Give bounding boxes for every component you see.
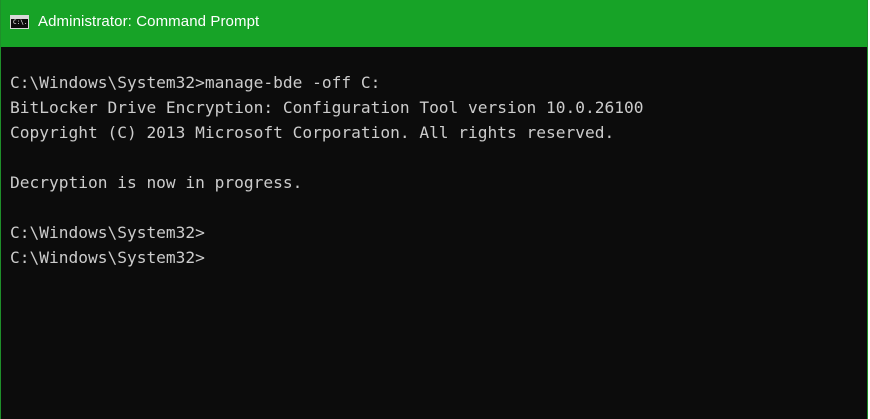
console-line: BitLocker Drive Encryption: Configuratio… bbox=[10, 98, 644, 117]
cmd-icon-glyph: C:\. bbox=[13, 18, 28, 26]
console-prompt-line[interactable]: C:\Windows\System32> bbox=[10, 245, 867, 270]
console-line: Copyright (C) 2013 Microsoft Corporation… bbox=[10, 123, 615, 142]
console-prompt-line: C:\Windows\System32> bbox=[10, 223, 205, 242]
console-line: Decryption is now in progress. bbox=[10, 173, 303, 192]
console-output[interactable]: C:\Windows\System32>manage-bde -off C: B… bbox=[1, 47, 867, 419]
cmd-icon: C:\. bbox=[10, 14, 29, 29]
command-prompt-window: C:\. Administrator: Command Prompt C:\Wi… bbox=[0, 0, 868, 419]
title-bar[interactable]: C:\. Administrator: Command Prompt bbox=[1, 0, 867, 47]
console-line: C:\Windows\System32>manage-bde -off C: bbox=[10, 73, 381, 92]
window-title: Administrator: Command Prompt bbox=[38, 13, 260, 30]
